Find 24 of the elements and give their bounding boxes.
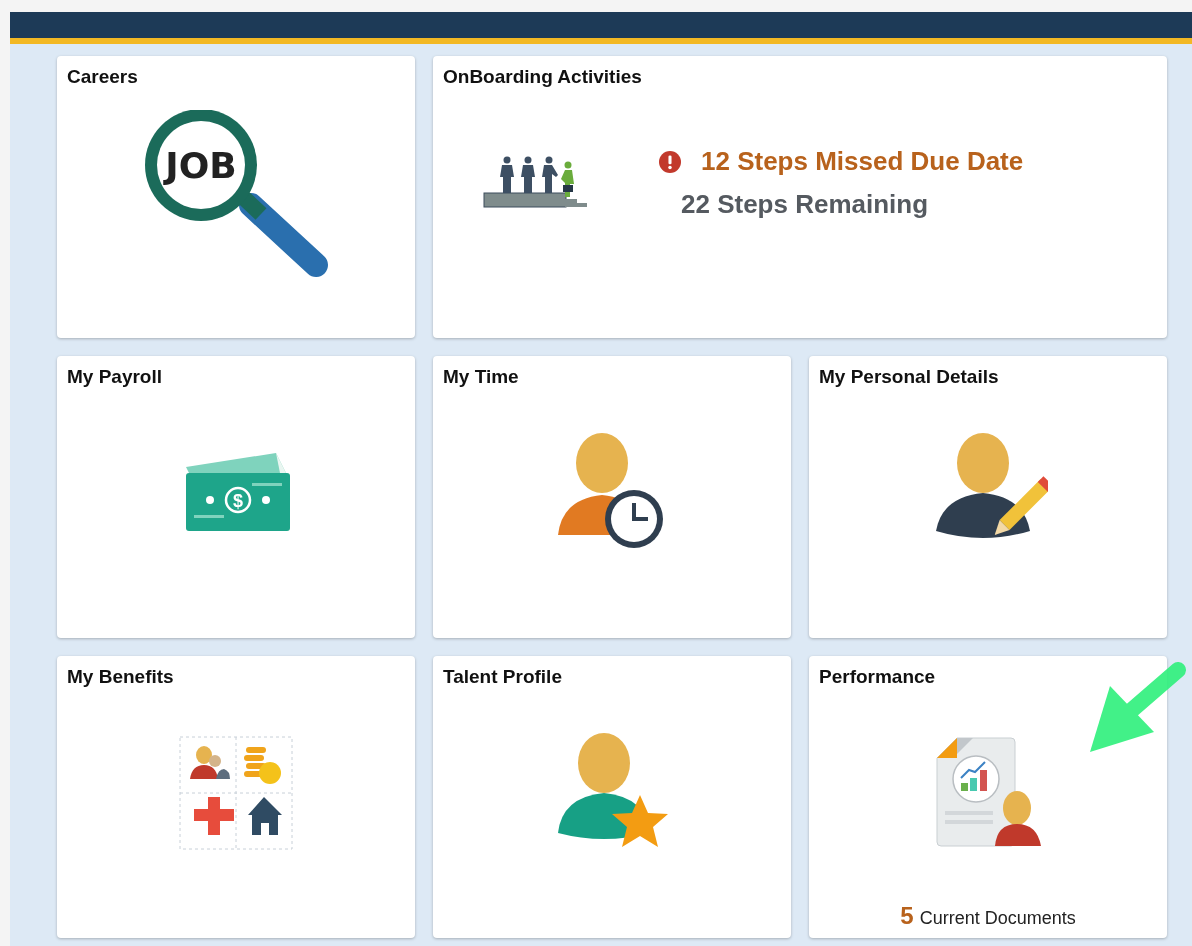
alert-text: 22 Steps Remaining [681, 189, 929, 220]
tile[interactable]: My Payroll $ [57, 356, 415, 638]
tile-title: OnBoarding Activities [443, 66, 642, 88]
benefits-grid-icon [178, 735, 294, 851]
tile[interactable]: Talent Profile [433, 656, 791, 938]
tile-title: Performance [819, 666, 936, 688]
tile[interactable]: Careers JOB [57, 56, 415, 338]
tile-title: My Personal Details [819, 366, 999, 388]
tile[interactable]: Performance 5 Current Documents [809, 656, 1167, 938]
tile-title: Careers [67, 66, 138, 88]
warning-icon [659, 150, 681, 173]
report-person-icon [933, 734, 1043, 850]
document-count: 5 [900, 902, 914, 930]
tile[interactable]: My Benefits [57, 656, 415, 938]
tile[interactable]: OnBoarding Activities 12 Steps Missed Due Date 22 Steps Remaining [433, 56, 1167, 338]
alert-text: 12 Steps Missed Due Date [701, 146, 1024, 177]
tile[interactable]: My Time [433, 356, 791, 638]
tile-title: My Time [443, 366, 519, 388]
tile-title: My Benefits [67, 666, 174, 688]
team-on-stairs-icon [483, 155, 589, 211]
tile-title: My Payroll [67, 366, 163, 388]
tile-title: Talent Profile [443, 666, 562, 688]
tile[interactable]: My Personal Details [809, 356, 1167, 638]
count-label: Current Documents [919, 908, 1076, 929]
